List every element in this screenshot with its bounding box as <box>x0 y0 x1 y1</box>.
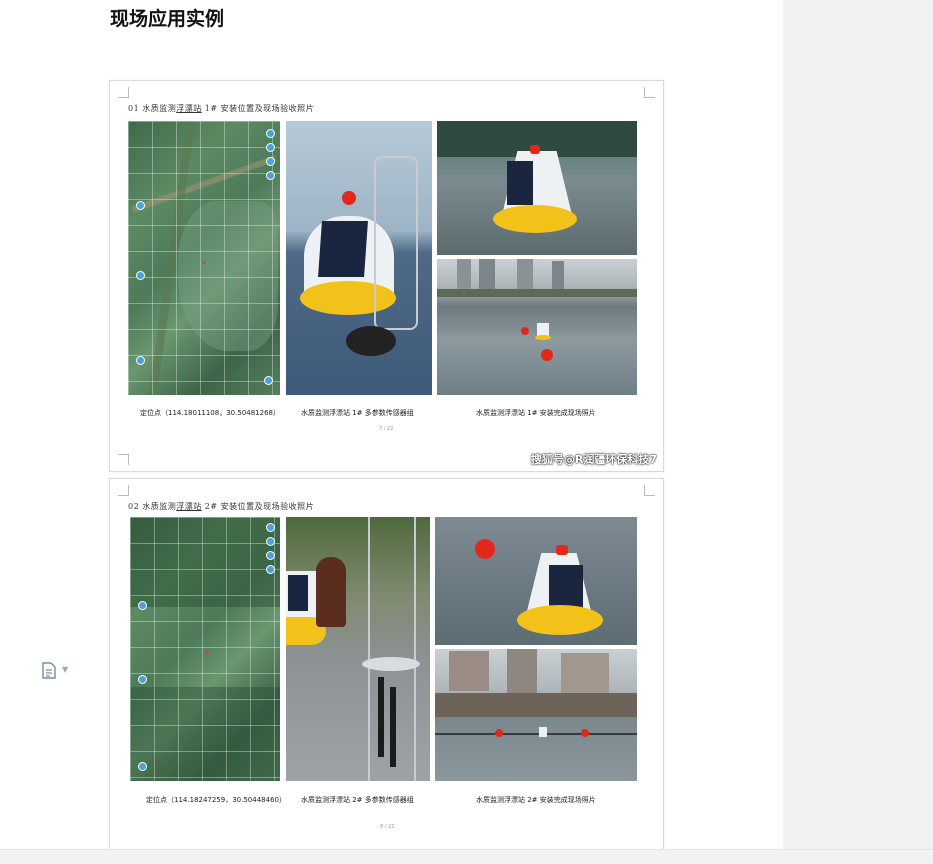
installed-site-photo <box>435 649 637 781</box>
buoy-float <box>493 205 577 233</box>
crop-mark <box>644 87 655 98</box>
map-tool-icon <box>138 675 147 684</box>
map-tool-icon <box>136 356 145 365</box>
building <box>561 653 609 693</box>
page-number: 7 / 22 <box>379 426 394 432</box>
location-caption: 定位点（114.18247259，30.50448460） <box>146 796 286 804</box>
document-icon[interactable] <box>42 662 56 679</box>
installed-buoy-photo <box>437 121 637 255</box>
location-caption: 定位点（114.18011108，30.50481268） <box>140 409 280 417</box>
map-tool-icon <box>266 157 275 166</box>
monitoring-buoy <box>539 727 547 737</box>
installed-site-photo <box>437 259 637 395</box>
tree-line <box>435 693 637 717</box>
location-marker <box>206 651 209 654</box>
chevron-down-icon[interactable]: ▼ <box>62 665 68 674</box>
solar-panel <box>318 221 368 277</box>
sensor-group-photo <box>286 517 430 781</box>
sensor-base <box>346 326 396 356</box>
warning-light <box>530 145 540 154</box>
article-body: 现场应用实例 01 水质监测浮漂站 1# 安装位置及现场验收照片 定位点（114… <box>0 0 783 863</box>
building <box>457 259 471 293</box>
building <box>552 261 564 289</box>
bottom-scrollbar[interactable] <box>0 849 933 864</box>
sensor-frame <box>374 156 418 330</box>
solar-panel <box>288 575 308 611</box>
boom-line <box>435 733 637 735</box>
article-title: 现场应用实例 <box>110 8 225 30</box>
document-page-1: 01 水质监测浮漂站 1# 安装位置及现场验收照片 定位点（114.180111… <box>109 80 664 472</box>
buoy-float <box>535 335 551 340</box>
layers-icon <box>266 523 275 532</box>
marker-buoy <box>521 327 529 335</box>
layers-icon <box>266 129 275 138</box>
building <box>449 651 489 691</box>
section-heading: 01 水质监测浮漂站 1# 安装位置及现场验收照片 <box>128 104 315 113</box>
map-tool-icon <box>266 565 275 574</box>
map-tool-icon <box>136 271 145 280</box>
document-page-2: 02 水质监测浮漂站 2# 安装位置及现场验收照片 定位点（114.182472… <box>109 478 664 859</box>
shoreline <box>437 289 637 297</box>
crop-mark <box>118 87 129 98</box>
location-map-image <box>128 121 280 395</box>
solar-panel <box>507 161 533 205</box>
sensor-caption: 水质监测浮漂站 1# 多参数传感器组 <box>301 409 414 417</box>
warning-light <box>556 545 568 555</box>
technician <box>316 557 346 627</box>
location-map-image <box>130 517 280 781</box>
installed-buoy-photo <box>435 517 637 645</box>
warning-light <box>342 191 356 205</box>
buoy-float <box>517 605 603 635</box>
marker-buoy <box>581 729 589 737</box>
watermark: 搜狐号@R润疆环保科技7 <box>530 453 657 466</box>
installed-caption: 水质监测浮漂站 2# 安装完成现场照片 <box>476 796 596 804</box>
crop-mark <box>644 485 655 496</box>
building <box>517 259 533 291</box>
section-heading: 02 水质监测浮漂站 2# 安装位置及现场验收照片 <box>128 502 315 511</box>
map-tool-icon <box>136 201 145 210</box>
map-tool-icon <box>266 143 275 152</box>
building <box>507 649 537 693</box>
marker-buoy <box>541 349 553 361</box>
sensor-probe <box>378 677 384 757</box>
marker-buoy <box>475 539 495 559</box>
map-tool-icon <box>266 551 275 560</box>
map-tool-icon <box>266 537 275 546</box>
sensor-caption: 水质监测浮漂站 2# 多参数传感器组 <box>301 796 414 804</box>
zoom-icon <box>264 376 273 385</box>
sensor-group-photo <box>286 121 432 395</box>
map-tool-icon <box>266 171 275 180</box>
sensor-ring <box>362 657 420 671</box>
marker-buoy <box>495 729 503 737</box>
solar-panel <box>549 565 583 611</box>
crop-mark <box>118 485 129 496</box>
crop-mark <box>118 454 129 465</box>
location-marker <box>203 261 206 264</box>
building <box>479 259 495 289</box>
installed-caption: 水质监测浮漂站 1# 安装完成现场照片 <box>476 409 596 417</box>
page-number: 8 / 22 <box>380 824 395 830</box>
sensor-probe <box>390 687 396 767</box>
right-sidebar <box>783 0 933 863</box>
map-tool-icon <box>138 601 147 610</box>
map-tool-icon <box>138 762 147 771</box>
